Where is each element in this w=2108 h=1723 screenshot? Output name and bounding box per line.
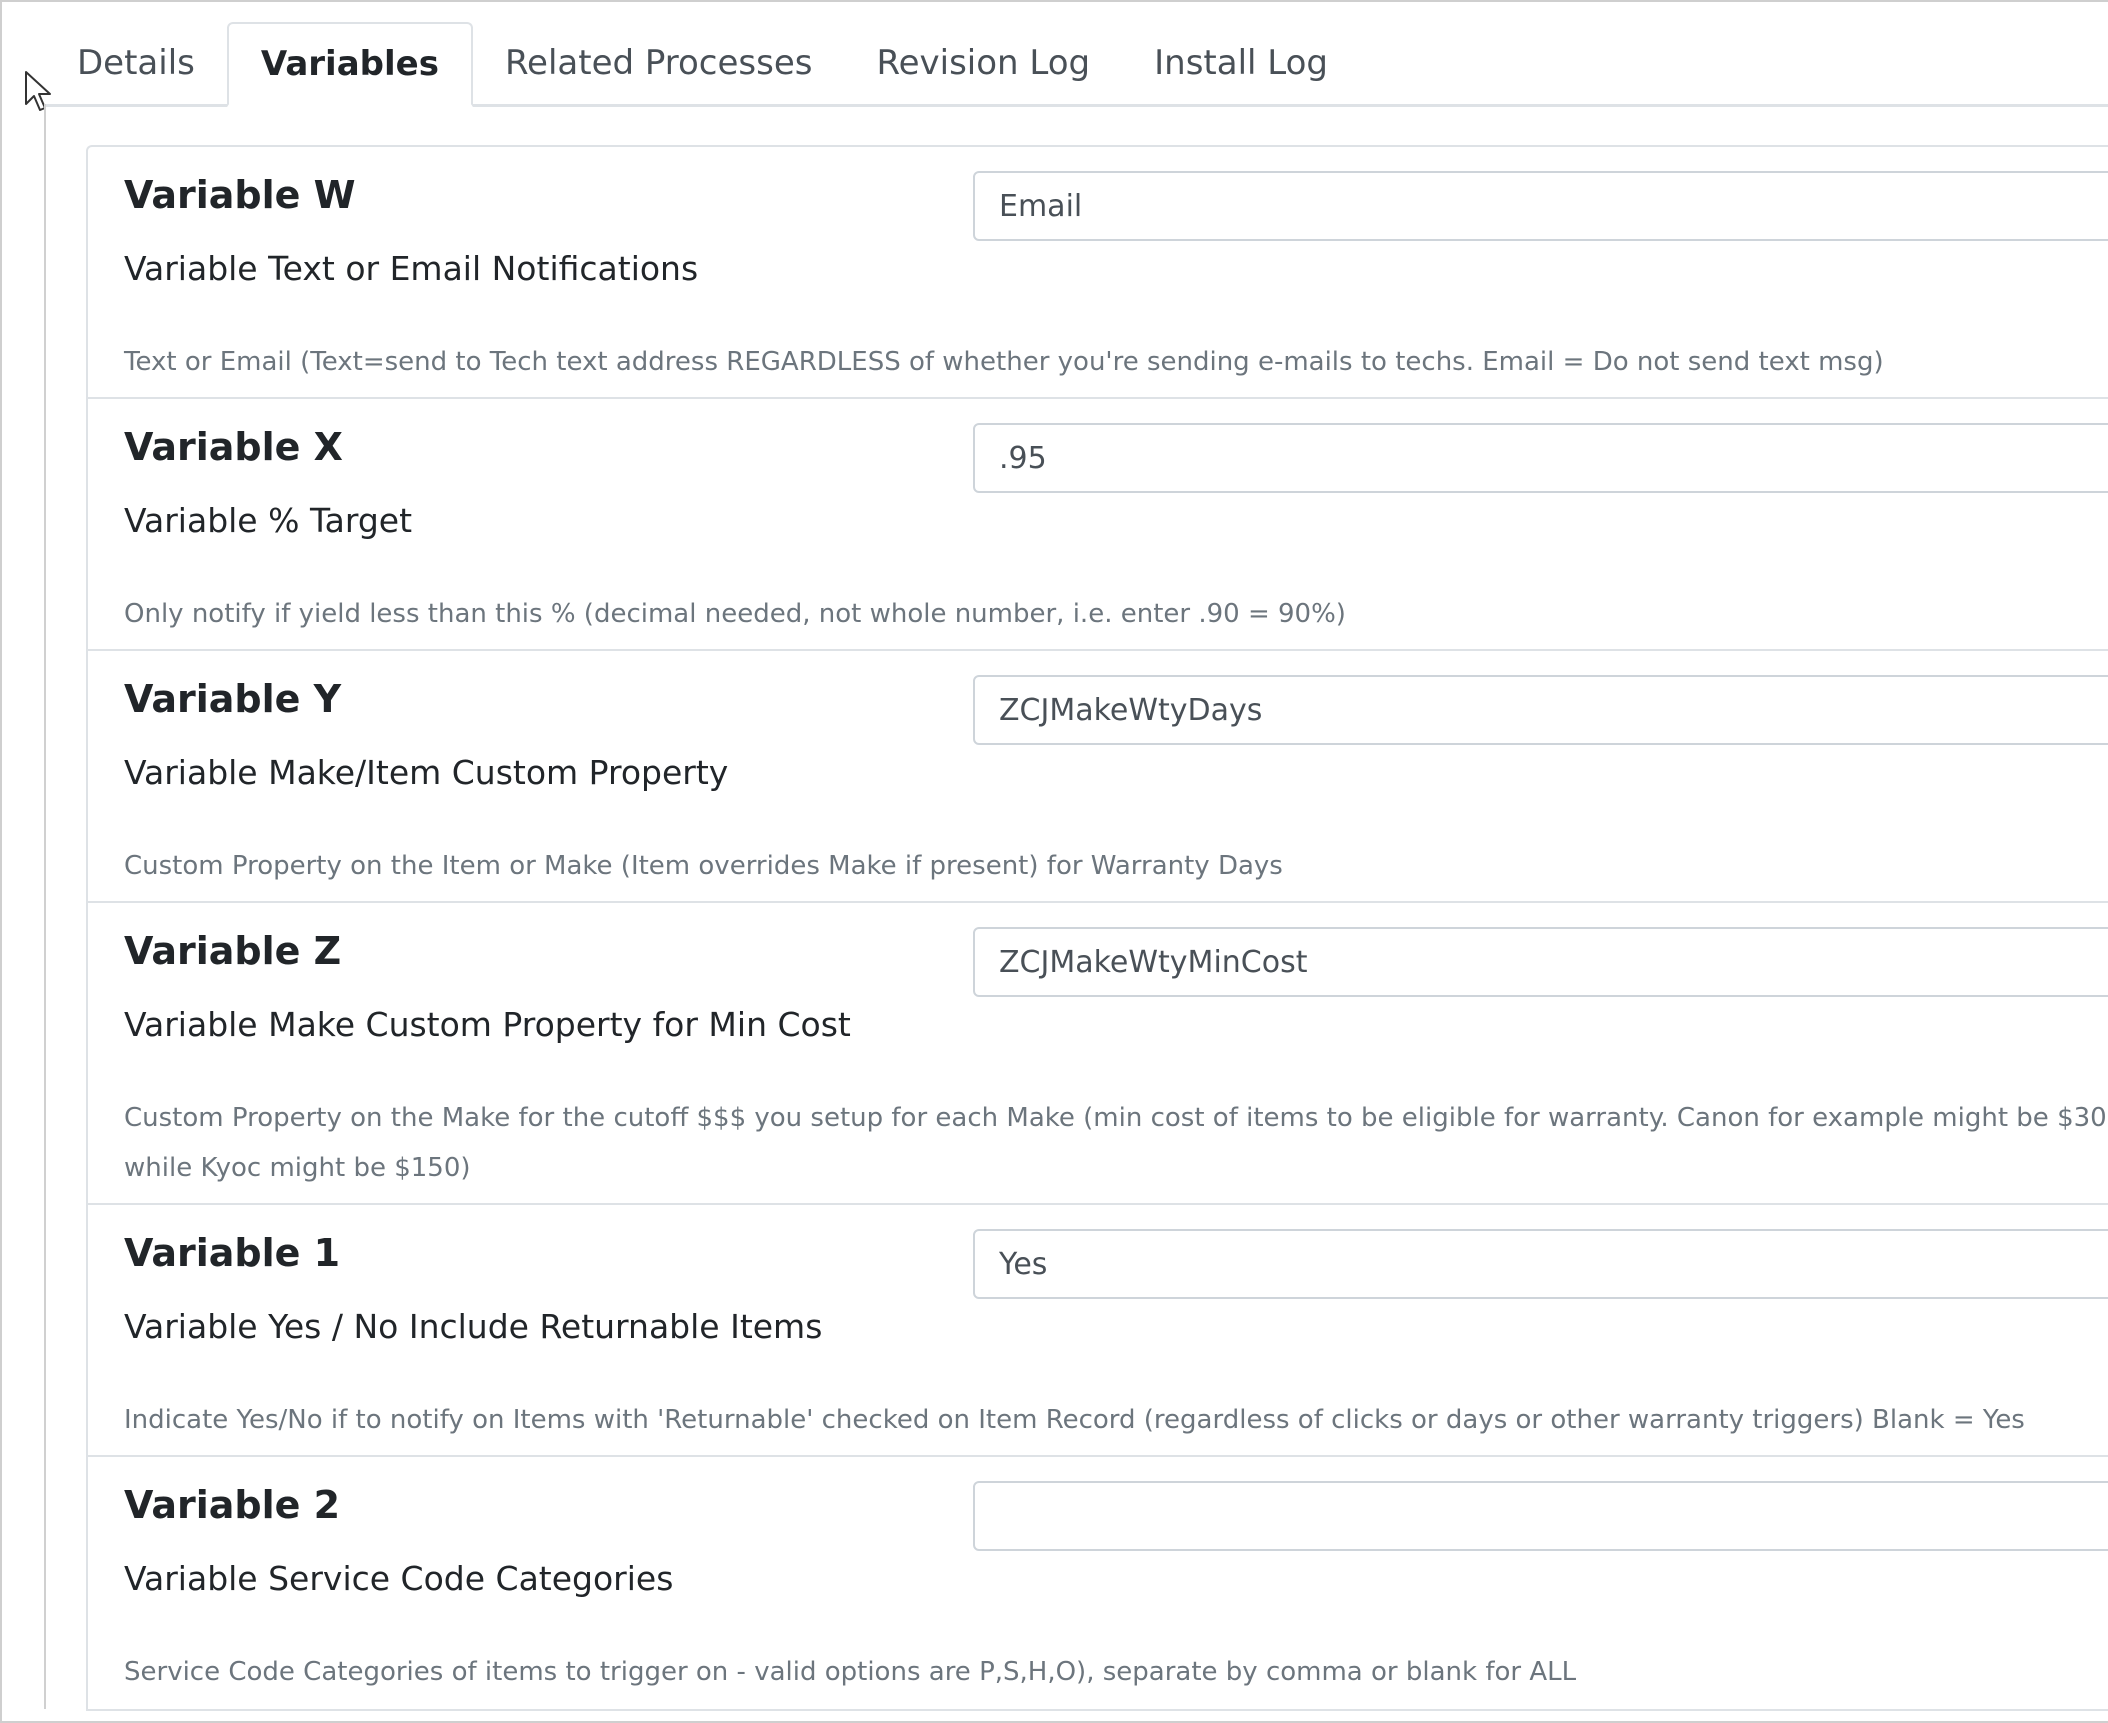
tab-related-processes[interactable]: Related Processes — [473, 22, 845, 104]
tab-install-log[interactable]: Install Log — [1122, 22, 1360, 104]
variables-panel: Variable W Variable Text or Email Notifi… — [86, 145, 2108, 1711]
tab-details[interactable]: Details — [45, 22, 227, 104]
variable-title: Variable W — [124, 173, 356, 217]
variable-z-input[interactable] — [973, 927, 2108, 997]
tab-variables[interactable]: Variables — [226, 22, 473, 107]
variable-label: Variable Make Custom Property for Min Co… — [124, 1005, 851, 1044]
variable-help-text: Text or Email (Text=send to Tech text ad… — [124, 347, 1884, 377]
variable-title: Variable Z — [124, 929, 342, 973]
tab-bar: Details Variables Related Processes Revi… — [45, 22, 2108, 107]
variable-row-x: Variable X Variable % Target Only notify… — [88, 399, 2108, 651]
variable-y-input[interactable] — [973, 675, 2108, 745]
variable-x-input[interactable] — [973, 423, 2108, 493]
variable-title: Variable 2 — [124, 1483, 341, 1527]
variable-label: Variable % Target — [124, 501, 413, 540]
variable-title: Variable X — [124, 425, 343, 469]
variable-title: Variable 1 — [124, 1231, 341, 1275]
variable-row-1: Variable 1 Variable Yes / No Include Ret… — [88, 1205, 2108, 1457]
variable-help-text: Only notify if yield less than this % (d… — [124, 599, 1346, 629]
variable-help-text: Service Code Categories of items to trig… — [124, 1657, 1577, 1687]
panel-left-border — [44, 104, 46, 1709]
variable-help-text: Indicate Yes/No if to notify on Items wi… — [124, 1405, 2025, 1435]
variable-label: Variable Service Code Categories — [124, 1559, 674, 1598]
variable-label: Variable Make/Item Custom Property — [124, 753, 729, 792]
variable-label: Variable Text or Email Notifications — [124, 249, 699, 288]
variable-help-text: Custom Property on the Make for the cuto… — [124, 1103, 2108, 1183]
variable-row-z: Variable Z Variable Make Custom Property… — [88, 903, 2108, 1205]
variable-row-2: Variable 2 Variable Service Code Categor… — [88, 1457, 2108, 1709]
variable-label: Variable Yes / No Include Returnable Ite… — [124, 1307, 823, 1346]
tab-revision-log[interactable]: Revision Log — [844, 22, 1122, 104]
variable-1-input[interactable] — [973, 1229, 2108, 1299]
variable-w-input[interactable] — [973, 171, 2108, 241]
variable-title: Variable Y — [124, 677, 342, 721]
variable-row-w: Variable W Variable Text or Email Notifi… — [88, 147, 2108, 399]
variable-help-text: Custom Property on the Item or Make (Ite… — [124, 851, 1283, 881]
variable-row-y: Variable Y Variable Make/Item Custom Pro… — [88, 651, 2108, 903]
variable-2-input[interactable] — [973, 1481, 2108, 1551]
